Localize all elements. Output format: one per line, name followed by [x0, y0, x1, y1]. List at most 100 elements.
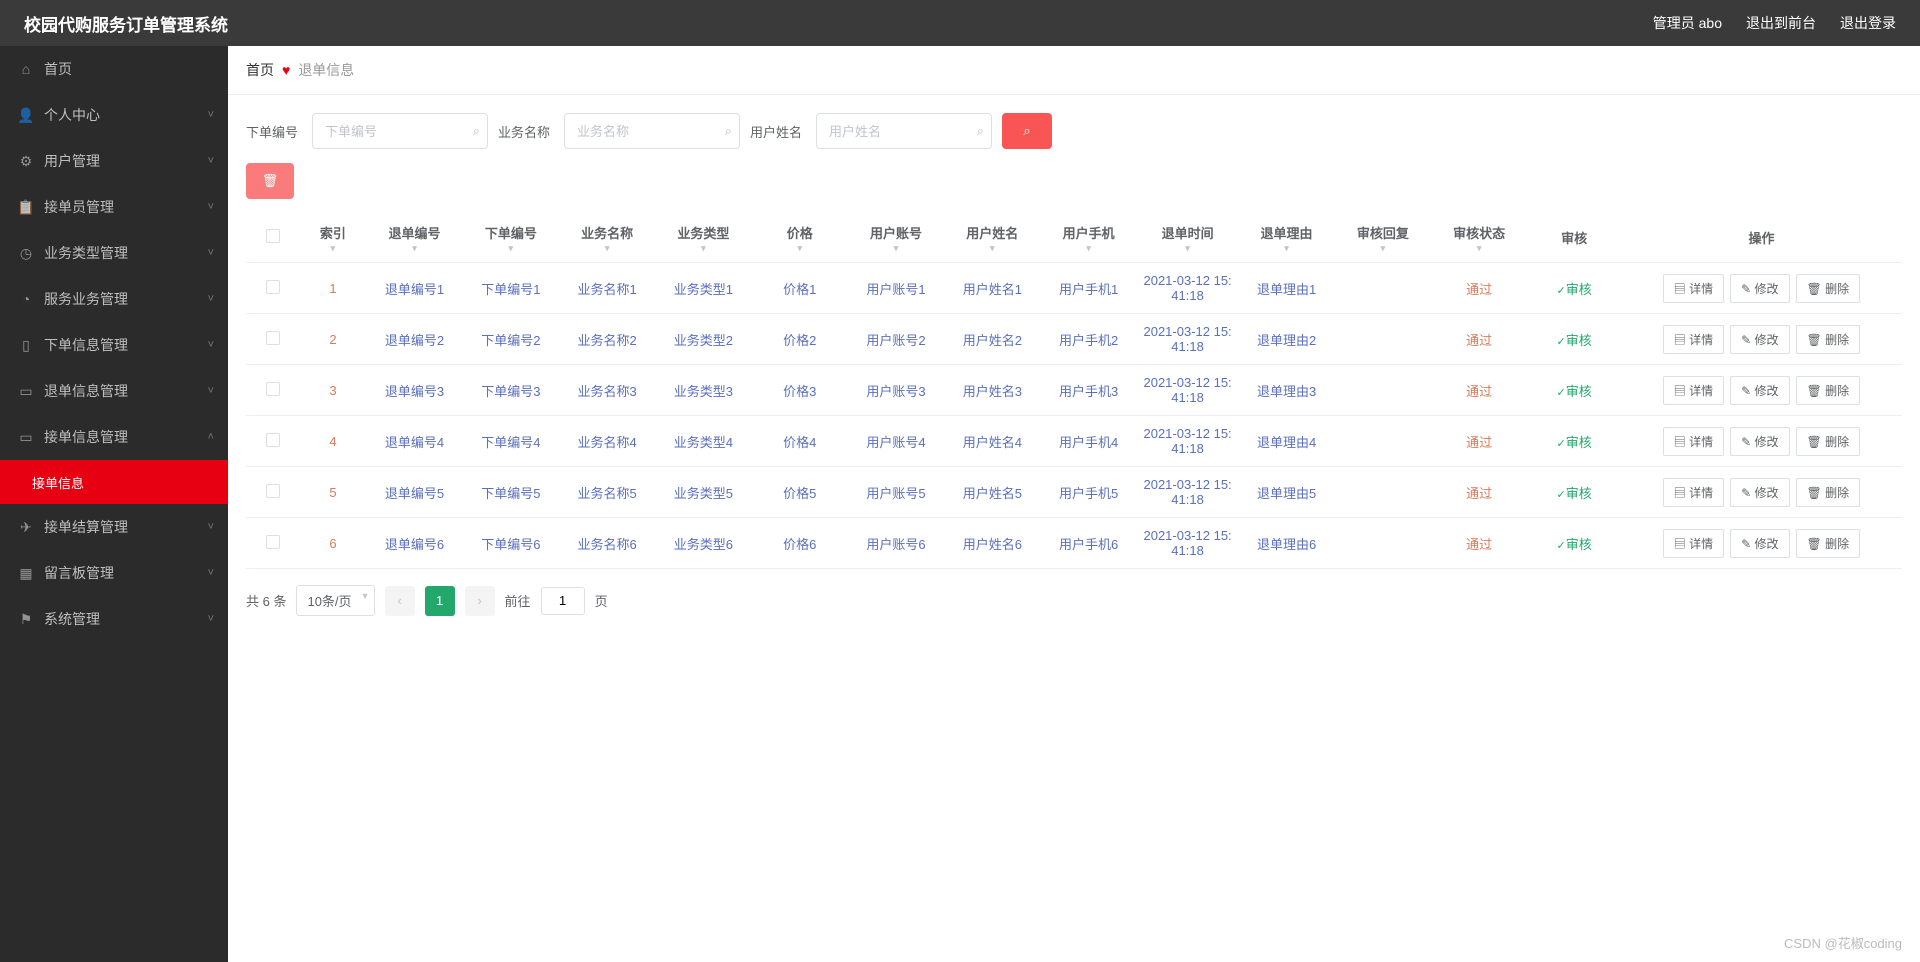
- delete-button[interactable]: 🗑 删除: [1796, 274, 1861, 303]
- biz-name-input[interactable]: [564, 113, 740, 149]
- sidebar-item-4[interactable]: ◷业务类型管理˅: [0, 230, 228, 276]
- edit-button[interactable]: ✎ 修改: [1730, 427, 1789, 456]
- table-row: 1退单编号1下单编号1业务名称1业务类型1价格1用户账号1用户姓名1用户手机12…: [246, 263, 1902, 314]
- next-page-button[interactable]: ›: [465, 586, 495, 616]
- sort-icon: [372, 244, 456, 252]
- search-button[interactable]: ⌕: [1002, 113, 1052, 149]
- chevron-down-icon: ˅: [208, 521, 214, 533]
- edit-button[interactable]: ✎ 修改: [1730, 529, 1789, 558]
- edit-button[interactable]: ✎ 修改: [1730, 274, 1789, 303]
- audit-link[interactable]: 审核: [1556, 537, 1591, 552]
- cell-index: 4: [300, 416, 367, 467]
- select-all-checkbox[interactable]: [266, 229, 280, 243]
- sidebar-item-2[interactable]: ⚙用户管理˅: [0, 138, 228, 184]
- chevron-down-icon: ˅: [208, 385, 214, 397]
- batch-delete-button[interactable]: 🗑: [246, 163, 294, 199]
- col-header-12[interactable]: 审核状态: [1431, 213, 1527, 263]
- page-size-select[interactable]: 10条/页: [296, 585, 374, 616]
- audit-link[interactable]: 审核: [1556, 384, 1591, 399]
- detail-button[interactable]: ▤ 详情: [1663, 529, 1724, 558]
- cell-time: 2021-03-12 15:41:18: [1137, 365, 1239, 416]
- logout-link[interactable]: 退出登录: [1840, 13, 1896, 33]
- sidebar-item-label: 下单信息管理: [44, 335, 128, 355]
- col-header-3[interactable]: 业务名称: [559, 213, 655, 263]
- user-name-input[interactable]: [816, 113, 992, 149]
- cell-price: 价格4: [752, 416, 848, 467]
- to-front-link[interactable]: 退出到前台: [1746, 13, 1816, 33]
- cell-status: 通过: [1431, 416, 1527, 467]
- row-checkbox[interactable]: [266, 484, 280, 498]
- col-header-4[interactable]: 业务类型: [655, 213, 751, 263]
- col-header-0[interactable]: 索引: [300, 213, 367, 263]
- cell-user-phone: 用户手机2: [1040, 314, 1136, 365]
- row-checkbox[interactable]: [266, 433, 280, 447]
- audit-link[interactable]: 审核: [1556, 333, 1591, 348]
- detail-button[interactable]: ▤ 详情: [1663, 325, 1724, 354]
- sidebar-item-7[interactable]: ▭退单信息管理˅: [0, 368, 228, 414]
- delete-button[interactable]: 🗑 删除: [1796, 529, 1861, 558]
- sidebar-item-6[interactable]: ▯下单信息管理˅: [0, 322, 228, 368]
- sidebar-item-11[interactable]: ⚑系统管理˅: [0, 596, 228, 642]
- col-header-8[interactable]: 用户手机: [1040, 213, 1136, 263]
- cell-refund-no: 退单编号2: [366, 314, 462, 365]
- audit-link[interactable]: 审核: [1556, 435, 1591, 450]
- col-header-7[interactable]: 用户姓名: [944, 213, 1040, 263]
- delete-button[interactable]: 🗑 删除: [1796, 325, 1861, 354]
- col-header-6[interactable]: 用户账号: [848, 213, 944, 263]
- sidebar-item-9[interactable]: ✈接单结算管理˅: [0, 504, 228, 550]
- row-checkbox[interactable]: [266, 382, 280, 396]
- audit-link[interactable]: 审核: [1556, 486, 1591, 501]
- sidebar-item-1[interactable]: 👤个人中心˅: [0, 92, 228, 138]
- cell-order-no: 下单编号4: [463, 416, 559, 467]
- col-header-10[interactable]: 退单理由: [1238, 213, 1334, 263]
- order-no-input[interactable]: [312, 113, 488, 149]
- col-header-9[interactable]: 退单时间: [1137, 213, 1239, 263]
- edit-button[interactable]: ✎ 修改: [1730, 376, 1789, 405]
- col-header-13[interactable]: 审核: [1527, 213, 1621, 263]
- audit-link[interactable]: 审核: [1556, 282, 1591, 297]
- prev-page-button[interactable]: ‹: [385, 586, 415, 616]
- cell-biz-type: 业务类型2: [655, 314, 751, 365]
- detail-button[interactable]: ▤ 详情: [1663, 427, 1724, 456]
- col-header-2[interactable]: 下单编号: [463, 213, 559, 263]
- cell-user-acct: 用户账号6: [848, 518, 944, 569]
- sidebar-subitem-8-0[interactable]: 接单信息: [0, 460, 228, 504]
- sort-icon: [469, 244, 553, 252]
- detail-button[interactable]: ▤ 详情: [1663, 376, 1724, 405]
- admin-label[interactable]: 管理员 abo: [1653, 13, 1722, 33]
- cell-biz-type: 业务类型6: [655, 518, 751, 569]
- sidebar-item-10[interactable]: ▦留言板管理˅: [0, 550, 228, 596]
- crumb-home[interactable]: 首页: [246, 60, 274, 80]
- cell-status: 通过: [1431, 467, 1527, 518]
- cell-status: 通过: [1431, 518, 1527, 569]
- sidebar-item-5[interactable]: ◔服务业务管理˅: [0, 276, 228, 322]
- row-checkbox[interactable]: [266, 280, 280, 294]
- sort-icon: [661, 244, 745, 252]
- edit-button[interactable]: ✎ 修改: [1730, 325, 1789, 354]
- delete-button[interactable]: 🗑 删除: [1796, 478, 1861, 507]
- sidebar-item-8[interactable]: ▭接单信息管理˄: [0, 414, 228, 460]
- col-header-5[interactable]: 价格: [752, 213, 848, 263]
- cell-user-acct: 用户账号4: [848, 416, 944, 467]
- edit-button[interactable]: ✎ 修改: [1730, 478, 1789, 507]
- flag-icon: ⚑: [18, 611, 34, 627]
- sidebar-item-label: 接单员管理: [44, 197, 114, 217]
- sidebar-item-3[interactable]: 📋接单员管理˅: [0, 184, 228, 230]
- col-header-1[interactable]: 退单编号: [366, 213, 462, 263]
- sidebar-item-0[interactable]: ⌂首页: [0, 46, 228, 92]
- col-header-11[interactable]: 审核回复: [1335, 213, 1431, 263]
- page-1-button[interactable]: 1: [425, 586, 455, 616]
- total-count: 共 6 条: [246, 591, 286, 610]
- delete-button[interactable]: 🗑 删除: [1796, 427, 1861, 456]
- goto-page-input[interactable]: [541, 587, 585, 615]
- detail-button[interactable]: ▤ 详情: [1663, 478, 1724, 507]
- col-header-14[interactable]: 操作: [1621, 213, 1902, 263]
- cell-index: 3: [300, 365, 367, 416]
- cell-biz-name: 业务名称6: [559, 518, 655, 569]
- row-checkbox[interactable]: [266, 331, 280, 345]
- row-checkbox[interactable]: [266, 535, 280, 549]
- cell-price: 价格1: [752, 263, 848, 314]
- clipboard-icon: 📋: [18, 199, 34, 215]
- detail-button[interactable]: ▤ 详情: [1663, 274, 1724, 303]
- delete-button[interactable]: 🗑 删除: [1796, 376, 1861, 405]
